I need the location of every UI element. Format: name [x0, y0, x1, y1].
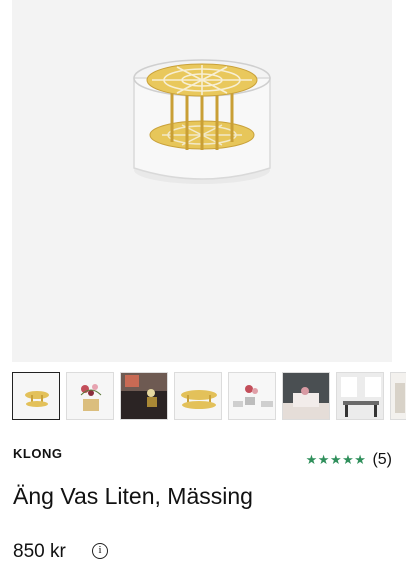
- thumbnail-three-vases-white[interactable]: [228, 372, 276, 420]
- thumbnail-vase-partial[interactable]: [390, 372, 406, 420]
- rating[interactable]: ★★★★★ (5): [306, 451, 392, 469]
- star-rating-icon: ★★★★★: [305, 452, 367, 467]
- thumbnail-vase-grid-top[interactable]: [174, 372, 222, 420]
- product-title: Äng Vas Liten, Mässing: [13, 483, 253, 509]
- thumbnail-vase-product[interactable]: [12, 372, 60, 420]
- info-icon[interactable]: i: [92, 543, 108, 559]
- thumbnail-vase-on-dark-table[interactable]: [120, 372, 168, 420]
- review-count[interactable]: (5): [372, 451, 392, 469]
- product-price: 850 kr: [13, 541, 66, 562]
- brand-name[interactable]: KLONG: [13, 446, 62, 461]
- thumbnail-room-interior[interactable]: [282, 372, 330, 420]
- thumbnail-vase-with-flowers[interactable]: [66, 372, 114, 420]
- thumbnail-strip[interactable]: [12, 372, 406, 422]
- product-main-image[interactable]: [12, 0, 392, 362]
- thumbnail-dining-room-interior[interactable]: [336, 372, 384, 420]
